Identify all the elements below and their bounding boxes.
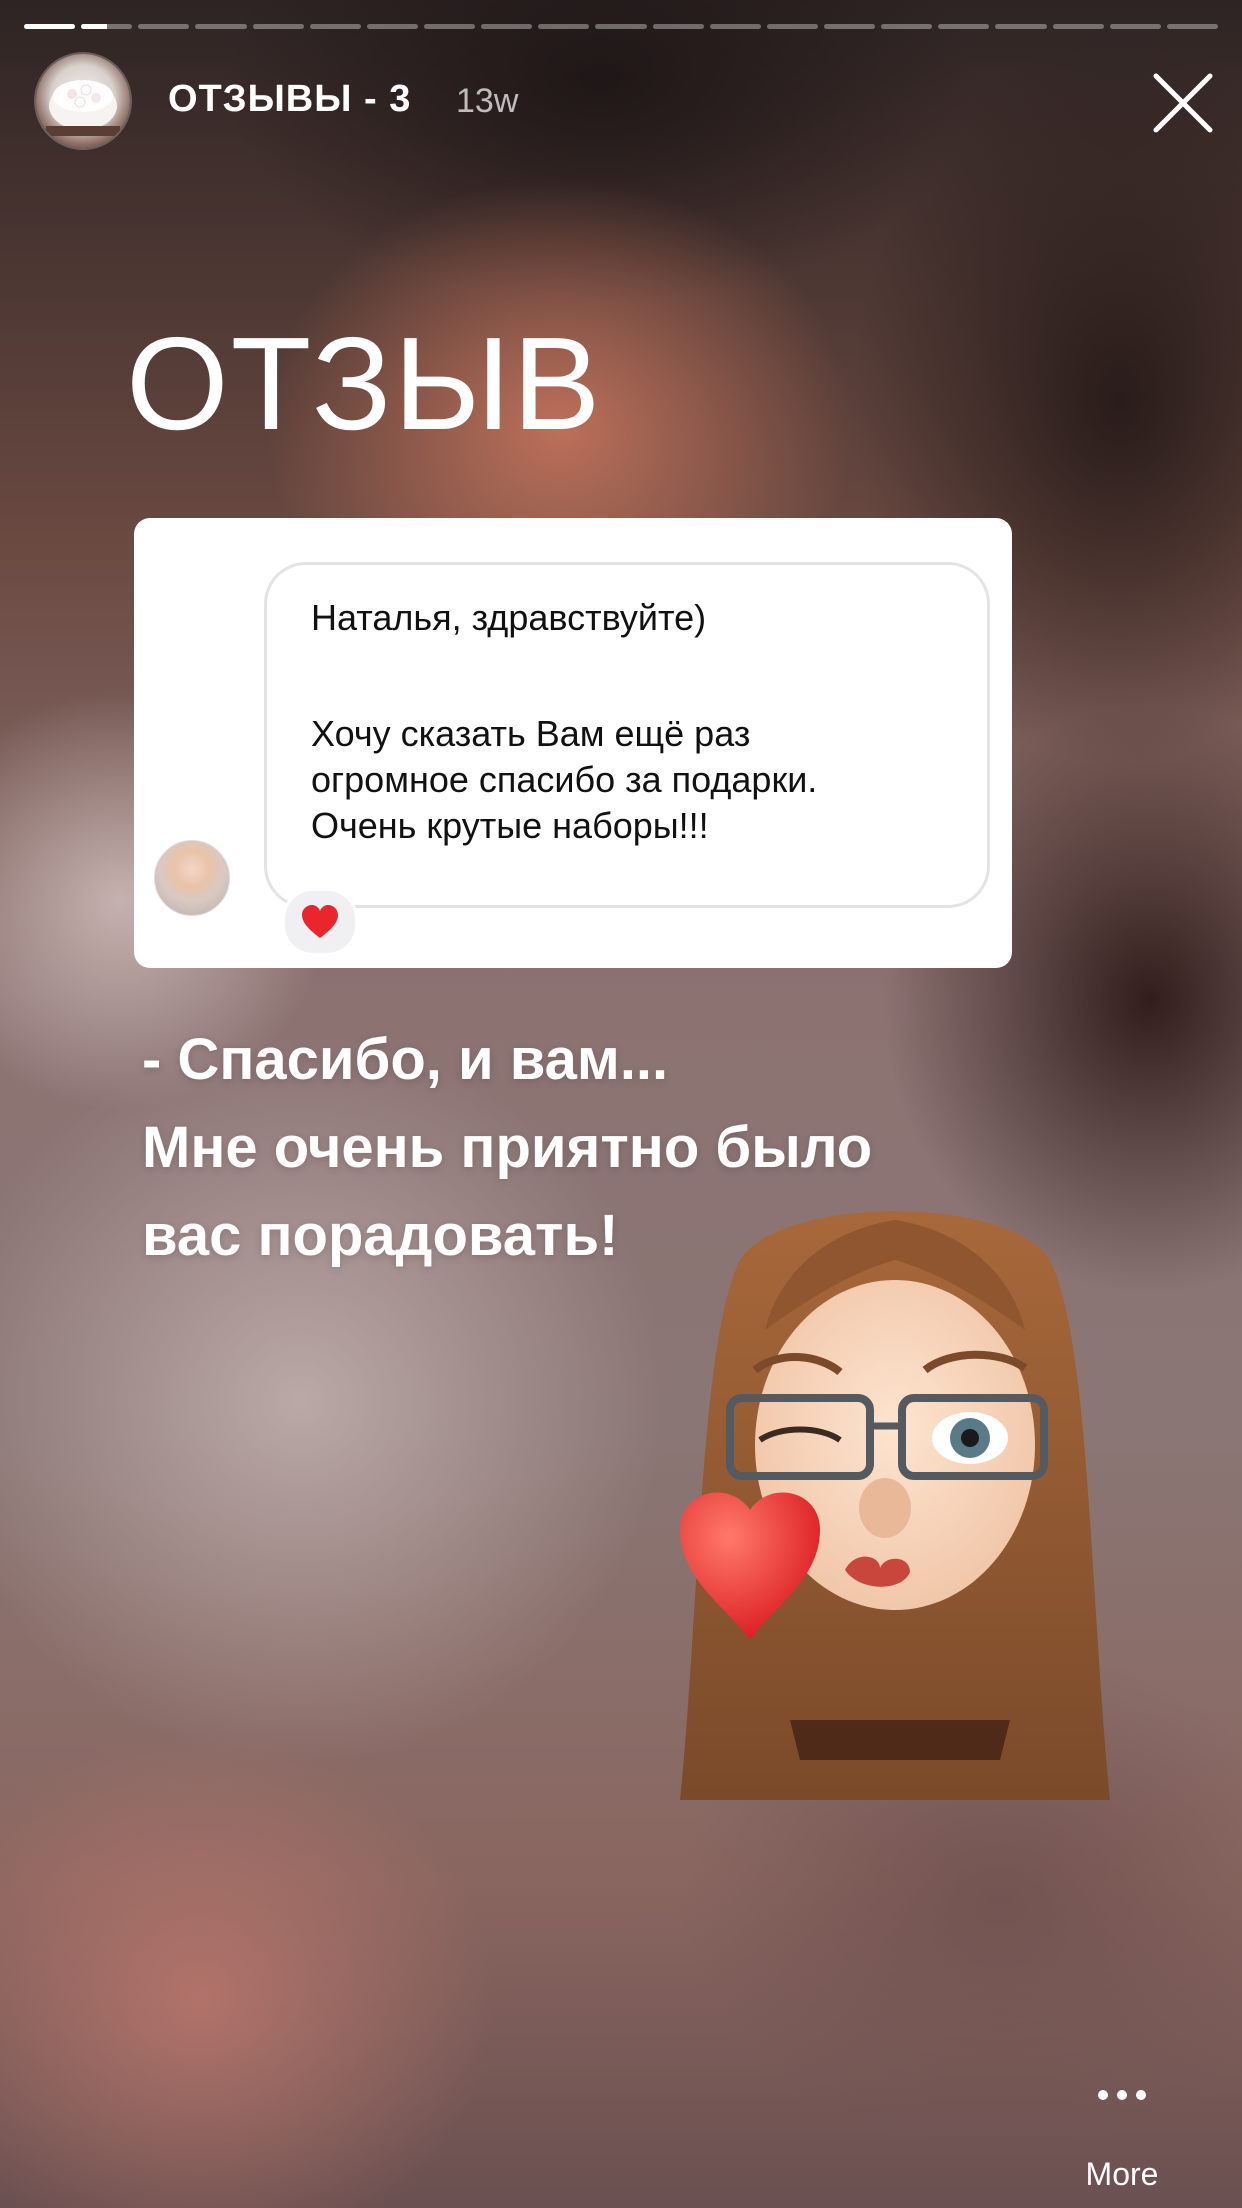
memoji-sticker [670, 1200, 1130, 1820]
progress-segment [1109, 24, 1161, 29]
progress-segment [366, 24, 418, 29]
story-progress-bar [24, 24, 1218, 29]
story-avatar[interactable] [36, 54, 130, 148]
message-reaction [282, 888, 358, 956]
progress-segment [24, 24, 76, 29]
story-title[interactable]: ОТЗЫВЫ - 3 [168, 78, 411, 121]
progress-segment [538, 24, 590, 29]
message-line: огромное спасибо за подарки. [311, 759, 818, 800]
close-icon [1153, 73, 1213, 133]
reply-line: - Спасибо, и вам... [142, 1027, 669, 1092]
progress-segment [309, 24, 361, 29]
progress-segment [595, 24, 647, 29]
progress-segment [766, 24, 818, 29]
progress-segment [1166, 24, 1218, 29]
progress-segment [252, 24, 304, 29]
story-headline: ОТЗЫВ [126, 310, 603, 457]
more-icon [1098, 2090, 1146, 2100]
avatar-image [46, 80, 120, 136]
heart-icon [302, 905, 338, 938]
progress-fill [24, 24, 76, 29]
sender-avatar [154, 840, 230, 916]
progress-segment [652, 24, 704, 29]
memoji-image [680, 1211, 1110, 1800]
progress-segment [423, 24, 476, 29]
progress-fill [81, 24, 107, 29]
progress-segment [709, 24, 761, 29]
progress-segment [995, 24, 1047, 29]
progress-segment [938, 24, 990, 29]
more-label: More [1085, 2156, 1159, 2192]
message-text: Наталья, здравствуйте) Хочу сказать Вам … [311, 595, 961, 849]
progress-segment [481, 24, 533, 29]
progress-segment [823, 24, 876, 29]
more-button[interactable]: More [1060, 2060, 1180, 2192]
progress-segment [195, 24, 247, 29]
progress-segment [81, 24, 133, 29]
progress-segment [138, 24, 190, 29]
progress-segment [1052, 24, 1104, 29]
message-line: Хочу сказать Вам ещё раз [311, 713, 751, 754]
reply-line: Мне очень приятно было [142, 1115, 873, 1180]
progress-segment [881, 24, 933, 29]
message-line: Очень крутые наборы!!! [311, 805, 709, 846]
close-button[interactable] [1148, 68, 1218, 138]
story-timestamp: 13w [456, 82, 519, 120]
message-bubble: Наталья, здравствуйте) Хочу сказать Вам … [264, 562, 990, 908]
message-line: Наталья, здравствуйте) [311, 597, 707, 638]
message-screenshot: Наталья, здравствуйте) Хочу сказать Вам … [134, 518, 1012, 968]
